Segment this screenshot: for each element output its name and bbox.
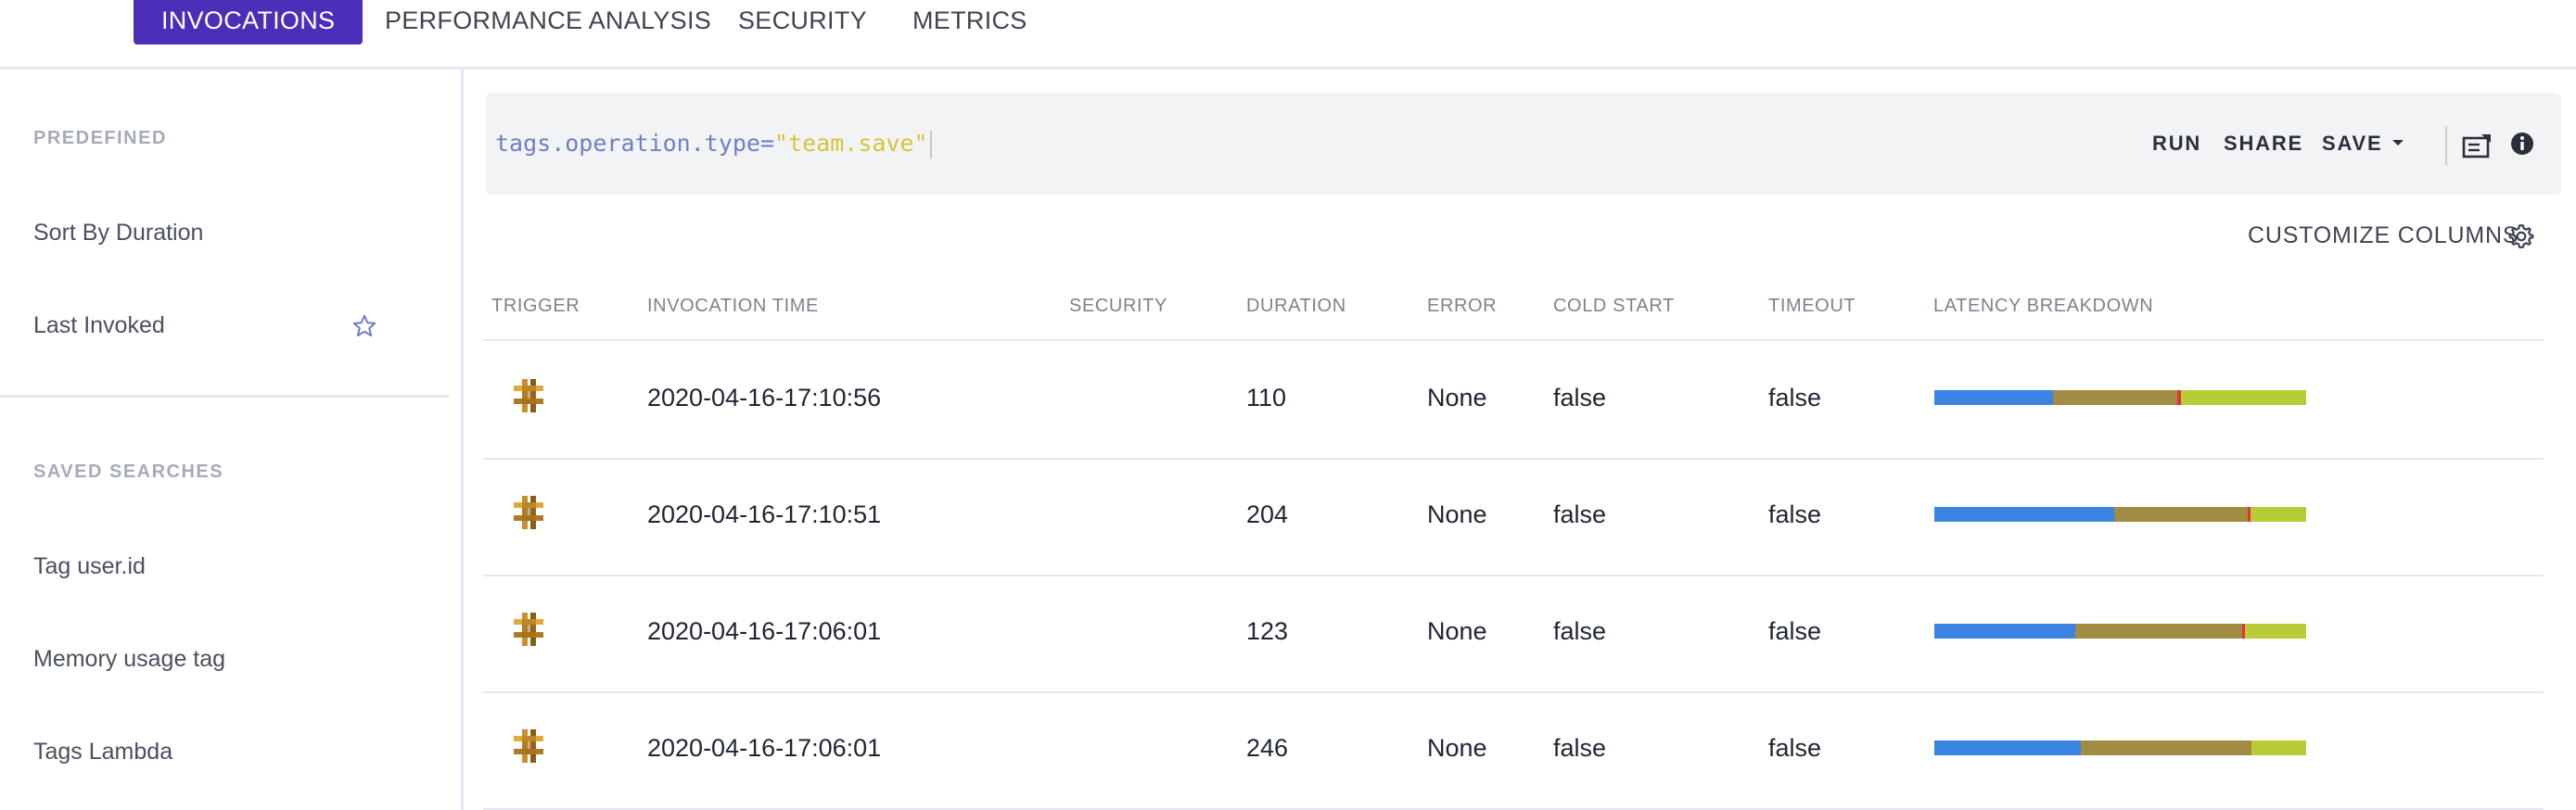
chevron-down-icon[interactable]	[2392, 140, 2404, 146]
query-value: "team.save"	[774, 130, 928, 157]
query-operator: =	[759, 130, 775, 157]
latency-breakdown-bar[interactable]	[1934, 740, 2306, 755]
timeout-cell: false	[1768, 617, 1822, 645]
saved-searches-heading: SAVED SEARCHES	[33, 462, 224, 482]
query-bar: tags.operation.type="team.save" RUN SHAR…	[486, 93, 2561, 195]
table-row[interactable]: 2020-04-16-17:06:01 123 None false false	[483, 575, 2544, 693]
latency-segment-brown	[2075, 624, 2242, 639]
table-row[interactable]: 2020-04-16-17:06:01 246 None false false	[483, 691, 2544, 810]
invocation-time-cell: 2020-04-16-17:06:01	[647, 734, 882, 762]
tab-metrics[interactable]: METRICS	[912, 0, 1027, 44]
sidebar-item-memory-usage-tag[interactable]: Memory usage tag	[33, 646, 225, 673]
tab-security[interactable]: SECURITY	[738, 0, 867, 44]
latency-segment-blue	[1934, 740, 2081, 755]
save-button[interactable]: SAVE	[2322, 132, 2382, 156]
latency-segment-blue	[1934, 390, 2053, 405]
timeout-cell: false	[1768, 384, 1822, 411]
latency-segment-brown	[2114, 507, 2248, 522]
column-header-trigger[interactable]: TRIGGER	[491, 296, 580, 317]
duration-cell: 110	[1246, 384, 1287, 411]
sidebar-item-last-invoked[interactable]: Last Invoked	[33, 312, 165, 339]
top-tab-bar: INVOCATIONS PERFORMANCE ANALYSIS SECURIT…	[0, 0, 2576, 70]
sidebar-divider	[0, 395, 449, 398]
star-icon[interactable]	[351, 312, 378, 340]
tab-performance-analysis[interactable]: PERFORMANCE ANALYSIS	[385, 0, 711, 44]
latency-breakdown-bar[interactable]	[1934, 624, 2306, 639]
column-header-security[interactable]: SECURITY	[1069, 296, 1167, 317]
run-button[interactable]: RUN	[2152, 132, 2201, 156]
latency-segment-lime	[2245, 624, 2306, 639]
sidebar-item-tags-lambda[interactable]: Tags Lambda	[33, 739, 172, 766]
duration-cell: 204	[1246, 500, 1289, 528]
invocation-time-cell: 2020-04-16-17:10:56	[647, 384, 882, 411]
error-cell: None	[1427, 617, 1487, 645]
gear-icon[interactable]	[2507, 222, 2535, 250]
query-key: tags.operation.type	[495, 130, 760, 157]
latency-segment-lime	[2251, 507, 2306, 522]
invocation-time-cell: 2020-04-16-17:06:01	[647, 617, 882, 645]
error-cell: None	[1427, 734, 1487, 762]
aws-trigger-icon	[514, 496, 543, 529]
latency-segment-brown	[2081, 740, 2251, 755]
sidebar-item-tag-user-id[interactable]: Tag user.id	[33, 553, 146, 580]
table-row[interactable]: 2020-04-16-17:10:56 110 None false false	[483, 341, 2544, 460]
column-header-duration[interactable]: DURATION	[1246, 296, 1346, 317]
latency-segment-blue	[1934, 624, 2075, 639]
column-header-timeout[interactable]: TIMEOUT	[1768, 296, 1855, 317]
sidebar: PREDEFINED Sort By Duration Last Invoked…	[0, 70, 464, 810]
tab-invocations[interactable]: INVOCATIONS	[134, 0, 363, 44]
error-cell: None	[1427, 384, 1487, 411]
latency-breakdown-bar[interactable]	[1934, 390, 2306, 405]
column-header-latency-breakdown[interactable]: LATENCY BREAKDOWN	[1933, 296, 2153, 317]
error-cell: None	[1427, 500, 1487, 528]
latency-segment-blue	[1934, 507, 2114, 522]
aws-trigger-icon	[514, 613, 543, 646]
latency-segment-lime	[2251, 740, 2306, 755]
sidebar-item-sort-by-duration[interactable]: Sort By Duration	[33, 220, 203, 247]
duration-cell: 246	[1246, 734, 1289, 762]
cold-start-cell: false	[1553, 500, 1607, 528]
customize-columns-button[interactable]: CUSTOMIZE COLUMNS	[2248, 222, 2519, 249]
toolbar-separator	[2445, 126, 2447, 165]
text-cursor	[929, 131, 932, 158]
predefined-heading: PREDEFINED	[33, 128, 167, 148]
latency-segment-lime	[2181, 390, 2306, 405]
aws-trigger-icon	[514, 379, 543, 412]
cold-start-cell: false	[1553, 617, 1607, 645]
column-header-cold-start[interactable]: COLD START	[1553, 296, 1675, 317]
timeout-cell: false	[1768, 734, 1822, 762]
cold-start-cell: false	[1553, 384, 1607, 411]
aws-trigger-icon	[514, 729, 543, 763]
invocation-time-cell: 2020-04-16-17:10:51	[647, 500, 882, 528]
query-input[interactable]: tags.operation.type="team.save"	[495, 126, 932, 161]
duration-cell: 123	[1246, 617, 1289, 645]
cold-start-cell: false	[1553, 734, 1607, 762]
latency-segment-brown	[2053, 390, 2177, 405]
column-header-invocation-time[interactable]: INVOCATION TIME	[647, 296, 819, 317]
notes-icon[interactable]	[2461, 132, 2493, 159]
timeout-cell: false	[1768, 500, 1822, 528]
info-icon[interactable]	[2508, 130, 2536, 158]
column-header-error[interactable]: ERROR	[1427, 296, 1497, 317]
share-button[interactable]: SHARE	[2224, 132, 2303, 156]
table-row[interactable]: 2020-04-16-17:10:51 204 None false false	[483, 458, 2544, 576]
latency-breakdown-bar[interactable]	[1934, 507, 2306, 522]
